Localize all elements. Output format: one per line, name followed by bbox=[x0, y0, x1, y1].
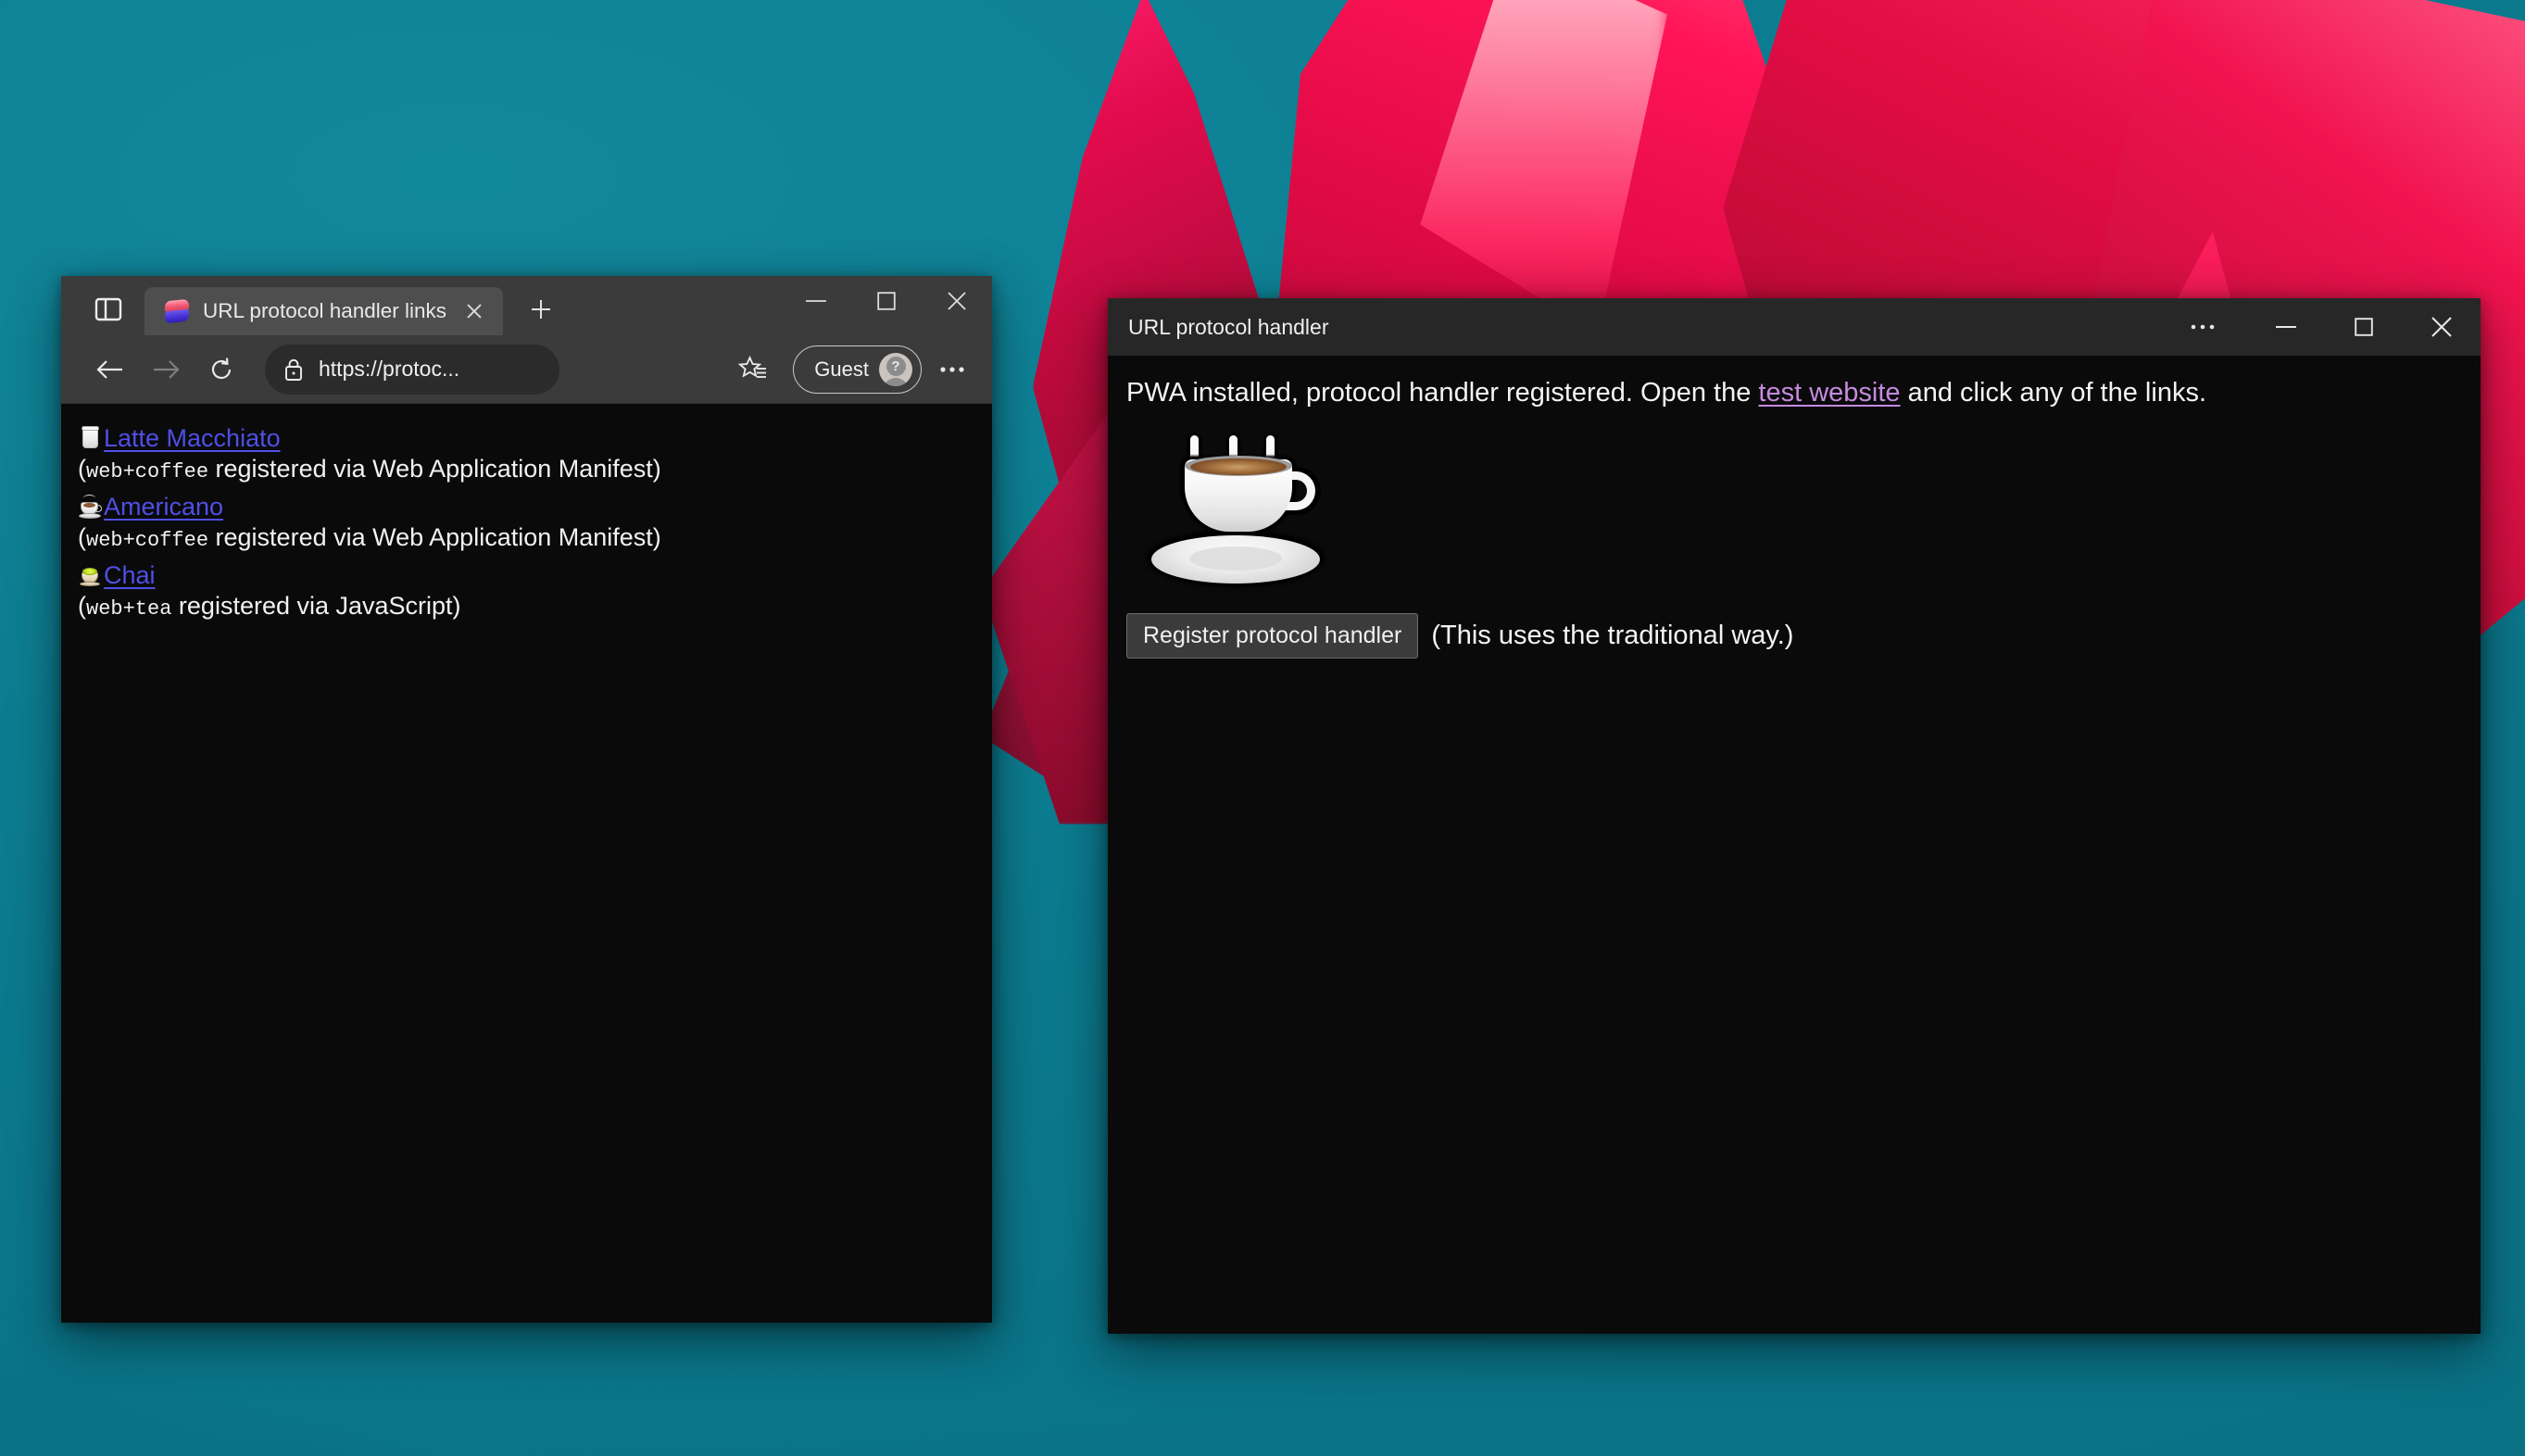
protocol-link[interactable]: Chai bbox=[104, 562, 156, 588]
pwa-title: URL protocol handler bbox=[1128, 314, 1329, 339]
toolbar-right-group: Guest ? bbox=[728, 345, 977, 395]
browser-tab-strip: URL protocol handler links bbox=[61, 276, 992, 335]
intro-after: and click any of the links. bbox=[1900, 378, 2207, 408]
maximize-button[interactable] bbox=[851, 276, 922, 326]
settings-and-more-icon[interactable] bbox=[927, 345, 977, 395]
profile-button[interactable]: Guest ? bbox=[793, 345, 922, 394]
address-bar-url[interactable]: https://protoc... bbox=[319, 357, 459, 382]
browser-page-viewport: Latte Macchiato (web+coffee registered v… bbox=[61, 404, 992, 1323]
new-tab-button[interactable] bbox=[520, 288, 562, 331]
pwa-minimize-button[interactable] bbox=[2247, 298, 2325, 356]
pwa-more-icon[interactable] bbox=[2158, 298, 2247, 356]
pwa-window-controls bbox=[2158, 298, 2481, 356]
register-note: (This uses the traditional way.) bbox=[1431, 621, 1794, 651]
reload-button[interactable] bbox=[196, 345, 246, 395]
glass-of-milk-emoji bbox=[78, 424, 102, 452]
browser-toolbar: https://protoc... Guest ? bbox=[61, 335, 992, 404]
forward-button[interactable] bbox=[141, 345, 191, 395]
address-bar[interactable]: https://protoc... bbox=[265, 344, 559, 395]
favorites-icon[interactable] bbox=[728, 345, 778, 395]
hot-beverage-emoji bbox=[1147, 430, 1325, 589]
browser-window[interactable]: URL protocol handler links https://proto… bbox=[61, 276, 992, 1323]
scheme-name: web+tea bbox=[86, 597, 172, 621]
guest-avatar-icon: ? bbox=[879, 352, 912, 386]
tab-actions-icon[interactable] bbox=[80, 288, 137, 331]
profile-label: Guest bbox=[814, 357, 869, 381]
pwa-button-row: Register protocol handler (This uses the… bbox=[1126, 613, 2481, 659]
tab-title: URL protocol handler links bbox=[203, 299, 447, 322]
pwa-maximize-button[interactable] bbox=[2325, 298, 2403, 356]
note-suffix: registered via JavaScript) bbox=[171, 592, 461, 620]
register-protocol-handler-button[interactable]: Register protocol handler bbox=[1126, 613, 1419, 659]
test-website-link[interactable]: test website bbox=[1758, 378, 1900, 408]
tab-close-icon[interactable] bbox=[459, 295, 490, 327]
teacup-emoji bbox=[78, 561, 102, 589]
protocol-link-row[interactable]: Americano bbox=[78, 493, 992, 521]
scheme-name: web+coffee bbox=[86, 529, 209, 552]
coffee-cup-emoji bbox=[78, 493, 102, 521]
note-prefix: ( bbox=[78, 592, 86, 620]
minimize-button[interactable] bbox=[781, 276, 851, 326]
protocol-link-row[interactable]: Latte Macchiato bbox=[78, 424, 992, 452]
note-prefix: ( bbox=[78, 523, 86, 551]
pwa-intro-text: PWA installed, protocol handler register… bbox=[1126, 376, 2481, 409]
close-button[interactable] bbox=[922, 276, 992, 326]
note-prefix: ( bbox=[78, 455, 86, 483]
protocol-link[interactable]: Latte Macchiato bbox=[104, 425, 281, 451]
pwa-content: PWA installed, protocol handler register… bbox=[1108, 356, 2481, 1334]
lock-icon bbox=[283, 358, 304, 382]
browser-tab[interactable]: URL protocol handler links bbox=[144, 287, 504, 335]
note-suffix: registered via Web Application Manifest) bbox=[208, 455, 661, 483]
protocol-link-note: (web+tea registered via JavaScript) bbox=[78, 592, 992, 621]
tab-favicon-icon bbox=[163, 298, 191, 324]
intro-before: PWA installed, protocol handler register… bbox=[1126, 378, 1759, 408]
scheme-name: web+coffee bbox=[86, 460, 209, 483]
protocol-link-row[interactable]: Chai bbox=[78, 561, 992, 589]
browser-window-controls bbox=[781, 276, 992, 326]
pwa-close-button[interactable] bbox=[2403, 298, 2481, 356]
pwa-window[interactable]: URL protocol handler PWA installed, prot… bbox=[1108, 298, 2481, 1334]
protocol-link-note: (web+coffee registered via Web Applicati… bbox=[78, 523, 992, 552]
note-suffix: registered via Web Application Manifest) bbox=[208, 523, 661, 551]
protocol-link[interactable]: Americano bbox=[104, 494, 223, 520]
back-button[interactable] bbox=[85, 345, 135, 395]
protocol-link-note: (web+coffee registered via Web Applicati… bbox=[78, 455, 992, 483]
pwa-title-bar: URL protocol handler bbox=[1108, 298, 2481, 356]
